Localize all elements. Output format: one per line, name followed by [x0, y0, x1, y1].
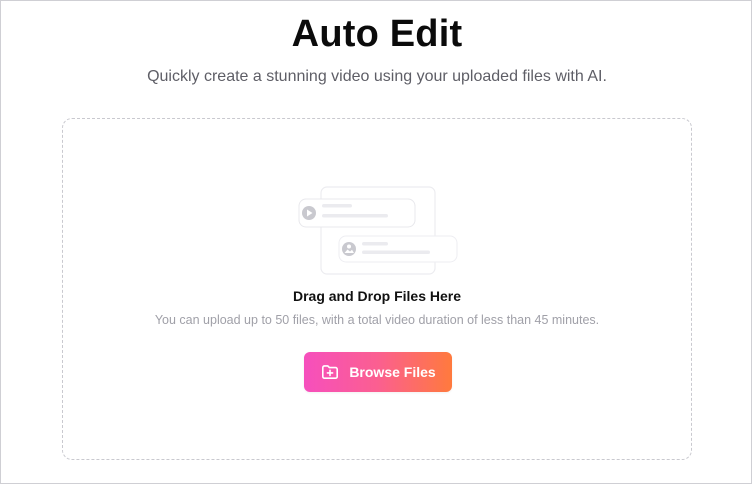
- browse-files-button[interactable]: Browse Files: [304, 352, 452, 392]
- upload-illustration: [298, 186, 458, 275]
- page-title: Auto Edit: [291, 13, 463, 55]
- upload-limit-hint: You can upload up to 50 files, with a to…: [154, 313, 600, 327]
- drop-heading: Drag and Drop Files Here: [292, 288, 462, 304]
- file-drop-zone[interactable]: Drag and Drop Files Here You can upload …: [62, 118, 692, 460]
- video-file-card: [298, 198, 416, 228]
- auto-edit-panel: Auto Edit Quickly create a stunning vide…: [0, 0, 752, 484]
- play-icon: [302, 206, 316, 220]
- image-icon: [342, 242, 356, 256]
- folder-add-icon: [322, 365, 339, 379]
- image-file-card: [338, 235, 458, 263]
- page-subtitle: Quickly create a stunning video using yo…: [147, 68, 607, 85]
- browse-files-label: Browse Files: [349, 364, 436, 380]
